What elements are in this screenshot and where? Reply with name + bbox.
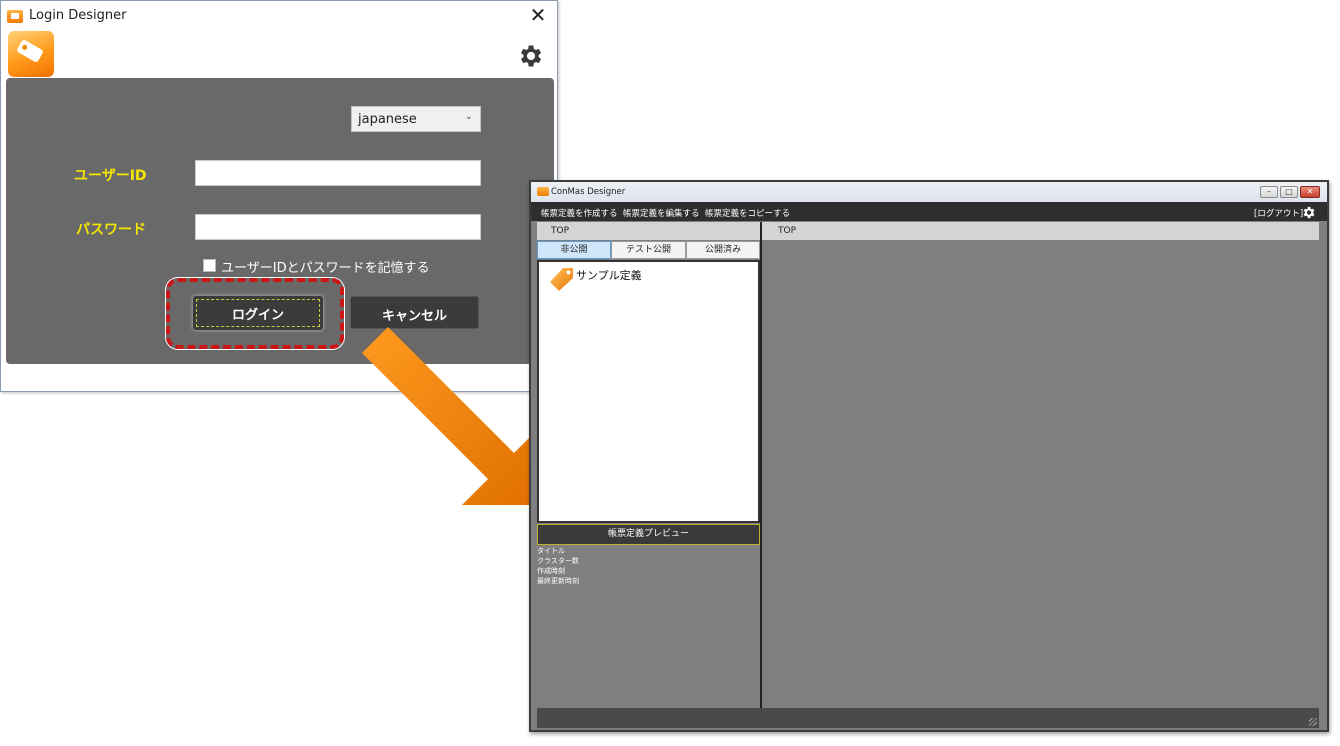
menu-copy-definition[interactable]: 帳票定義をコピーする xyxy=(705,207,790,219)
remember-label: ユーザーIDとパスワードを記憶する xyxy=(221,261,430,276)
app-title-icon xyxy=(7,10,23,23)
menu-edit-definition[interactable]: 帳票定義を編集する xyxy=(623,207,700,219)
left-pane: TOP 非公開 テスト公開 公開済み サンプル定義 帳票定義プレビュー タイトル… xyxy=(537,222,760,708)
definition-list: サンプル定義 xyxy=(537,260,760,523)
transition-arrow-icon xyxy=(362,327,540,505)
preview-field-title: タイトル xyxy=(537,547,565,555)
preview-field-created: 作成時刻 xyxy=(537,567,565,575)
language-select[interactable]: japanese ⌄ xyxy=(351,106,481,132)
app-title-icon xyxy=(537,187,549,196)
gear-icon[interactable] xyxy=(1301,205,1316,220)
left-breadcrumb-label: TOP xyxy=(551,226,570,236)
password-label: パスワード xyxy=(76,222,146,238)
close-button[interactable]: ✕ xyxy=(1300,186,1320,198)
preview-title-bar: 帳票定義プレビュー xyxy=(537,524,760,545)
resize-grip-icon[interactable] xyxy=(1309,718,1317,726)
right-pane: TOP xyxy=(762,222,1319,708)
login-button[interactable]: ログイン xyxy=(193,296,323,330)
login-titlebar: Login Designer ✕ xyxy=(1,1,557,31)
user-id-label: ユーザーID xyxy=(74,168,147,184)
gear-icon[interactable] xyxy=(516,42,544,70)
login-button-label: ログイン xyxy=(231,308,284,323)
menu-create-definition[interactable]: 帳票定義を作成する xyxy=(541,207,618,219)
language-selected-value: japanese xyxy=(358,112,417,127)
close-icon[interactable]: ✕ xyxy=(527,4,549,26)
tab-test-public[interactable]: テスト公開 xyxy=(611,241,686,259)
right-breadcrumb-label: TOP xyxy=(778,226,797,236)
designer-window: ConMas Designer – □ ✕ 帳票定義を作成する 帳票定義を編集す… xyxy=(529,180,1329,732)
tag-icon xyxy=(550,268,573,291)
logout-link[interactable]: [ログアウト] xyxy=(1254,207,1303,219)
tab-private[interactable]: 非公開 xyxy=(537,241,611,259)
left-breadcrumb: TOP xyxy=(537,222,760,240)
user-id-input[interactable] xyxy=(195,160,481,186)
designer-titlebar: ConMas Designer – □ ✕ xyxy=(531,182,1327,202)
password-input[interactable] xyxy=(195,214,481,240)
right-breadcrumb: TOP xyxy=(762,222,1319,240)
remember-checkbox[interactable] xyxy=(203,259,216,272)
status-bar xyxy=(537,708,1319,728)
preview-field-cluster-count: クラスター数 xyxy=(537,557,579,565)
app-logo-icon xyxy=(8,31,54,77)
minimize-button[interactable]: – xyxy=(1260,186,1278,198)
designer-window-title: ConMas Designer xyxy=(551,187,626,197)
chevron-down-icon: ⌄ xyxy=(464,111,473,122)
maximize-button[interactable]: □ xyxy=(1280,186,1298,198)
definition-name: サンプル定義 xyxy=(576,269,642,282)
status-tabs: 非公開 テスト公開 公開済み xyxy=(537,241,760,259)
preview-field-updated: 最終更新時刻 xyxy=(537,577,579,585)
menu-bar: 帳票定義を作成する 帳票定義を編集する 帳票定義をコピーする [ログアウト] xyxy=(531,202,1327,221)
login-window-title: Login Designer xyxy=(29,8,127,23)
tab-published[interactable]: 公開済み xyxy=(686,241,760,259)
